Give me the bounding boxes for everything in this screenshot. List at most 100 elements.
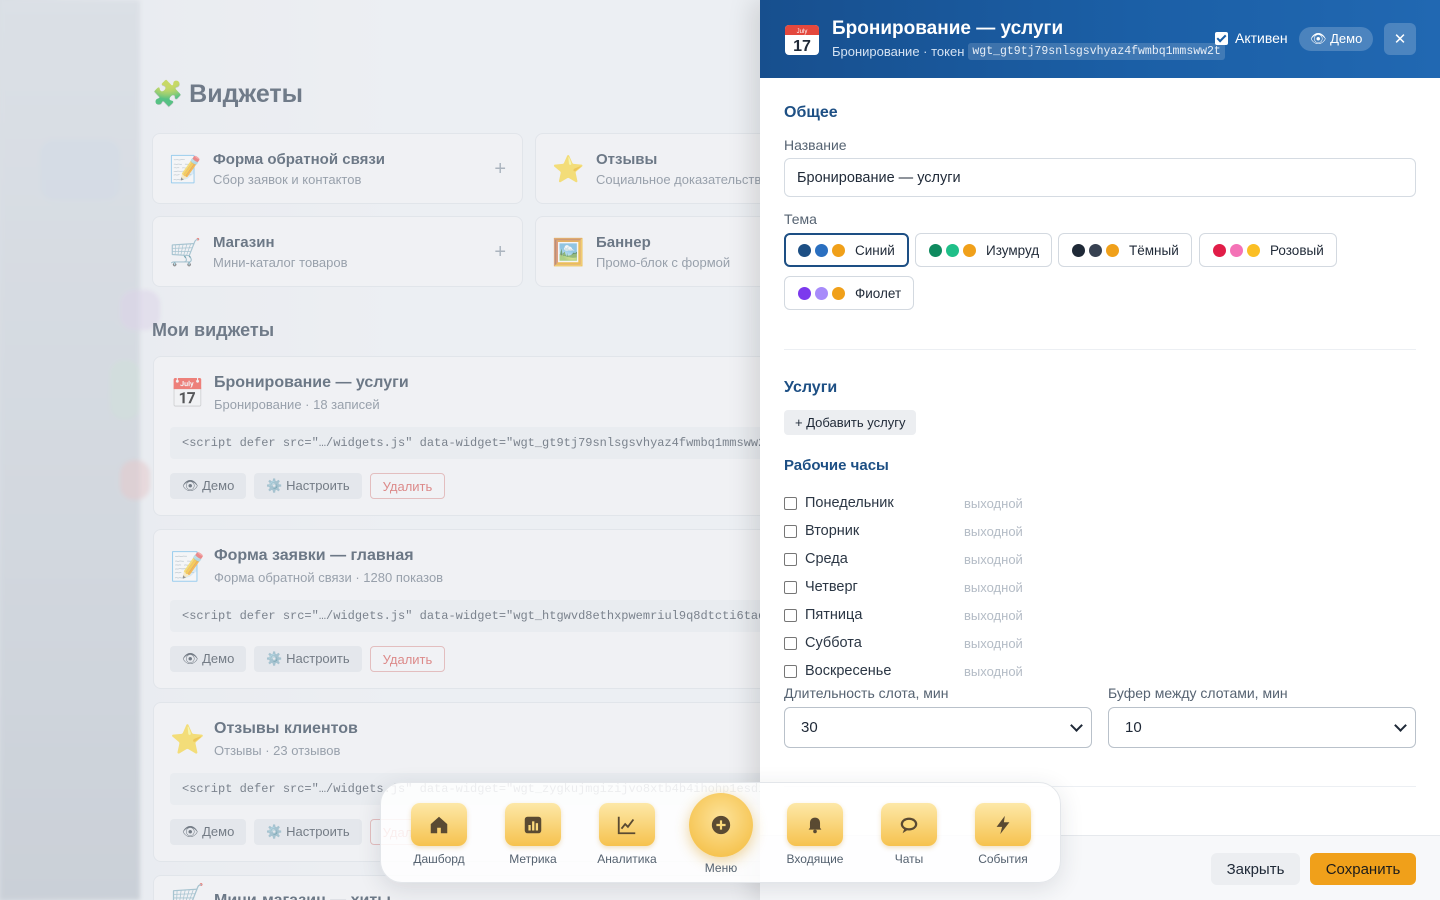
day-name: Пятница	[805, 607, 863, 623]
day-off-label: выходной	[964, 579, 1023, 595]
color-dot	[1213, 243, 1226, 257]
theme-name: Изумруд	[986, 242, 1040, 258]
day-checkbox[interactable]	[784, 496, 797, 510]
day-checkbox[interactable]	[784, 664, 797, 678]
day-name: Суббота	[805, 635, 862, 651]
theme-option-emerald[interactable]: Изумруд	[915, 233, 1053, 267]
svg-text:July: July	[797, 29, 808, 35]
plus-circle-icon	[689, 793, 753, 857]
dock-label: Дашборд	[413, 852, 465, 866]
drawer-header: July 17 Бронирование — услуги Бронирован…	[760, 0, 1440, 78]
day-off-label: выходной	[964, 607, 1023, 623]
day-checkbox[interactable]	[784, 608, 797, 622]
modal-backdrop[interactable]	[0, 0, 760, 900]
token-code[interactable]: wgt_gt9tj79snlsgsvhyaz4fwmbq1mmsww2t	[968, 43, 1225, 60]
theme-option-violet[interactable]: Фиолет	[784, 276, 915, 310]
color-dot	[1072, 243, 1085, 257]
bar-chart-icon	[505, 803, 561, 846]
day-row-tuesday: Вторник выходной	[784, 521, 1416, 541]
lightning-icon	[975, 803, 1031, 846]
day-row-friday: Пятница выходной	[784, 605, 1416, 625]
dock-label: Аналитика	[597, 852, 657, 866]
close-icon[interactable]: ✕	[1384, 23, 1416, 55]
name-input[interactable]	[784, 158, 1416, 197]
day-row-monday: Понедельник выходной	[784, 493, 1416, 513]
color-dot	[1230, 243, 1243, 257]
section-hours-heading: Рабочие часы	[784, 457, 889, 474]
add-service-button[interactable]: + Добавить услугу	[784, 410, 917, 435]
day-row-thursday: Четверг выходной	[784, 577, 1416, 597]
day-checkbox[interactable]	[784, 552, 797, 566]
color-dot	[963, 243, 976, 257]
name-label: Название	[784, 137, 847, 153]
dock-item-menu[interactable]: Меню	[689, 793, 753, 875]
section-services-heading: Услуги	[784, 379, 838, 396]
active-label: Активен	[1235, 30, 1288, 46]
color-dot	[815, 286, 828, 300]
slot-label: Длительность слота, мин	[784, 685, 949, 701]
drawer-title: Бронирование — услуги	[832, 18, 1064, 39]
day-name: Понедельник	[805, 495, 894, 511]
day-name: Воскресенье	[805, 663, 892, 679]
day-row-wednesday: Среда выходной	[784, 549, 1416, 569]
theme-option-dark[interactable]: Тёмный	[1058, 233, 1192, 267]
buffer-label: Буфер между слотами, мин	[1108, 685, 1288, 701]
day-checkbox[interactable]	[784, 636, 797, 650]
color-dot	[798, 243, 811, 257]
day-name: Среда	[805, 551, 848, 567]
slot-duration-select[interactable]: 30	[784, 707, 1092, 748]
dock-item-metrics[interactable]: Метрика	[498, 803, 568, 866]
theme-label: Тема	[784, 211, 817, 227]
dock-label: События	[978, 852, 1028, 866]
day-checkbox[interactable]	[784, 580, 797, 594]
day-off-label: выходной	[964, 523, 1023, 539]
widget-settings-drawer: July 17 Бронирование — услуги Бронирован…	[760, 0, 1440, 900]
dock-item-analytics[interactable]: Аналитика	[592, 803, 662, 866]
theme-option-blue[interactable]: Синий	[784, 233, 909, 267]
day-checkbox[interactable]	[784, 524, 797, 538]
color-dot	[832, 286, 845, 300]
select-value: 10	[1125, 719, 1142, 736]
theme-option-pink[interactable]: Розовый	[1199, 233, 1337, 267]
color-dot	[798, 286, 811, 300]
active-checkbox[interactable]	[1215, 31, 1228, 45]
divider	[784, 349, 1416, 350]
subtitle-text: Бронирование · токен	[832, 44, 965, 59]
day-off-label: выходной	[964, 495, 1023, 511]
theme-name: Тёмный	[1129, 242, 1179, 258]
color-dot	[832, 243, 845, 257]
calendar-icon: July 17	[785, 25, 819, 55]
theme-name: Синий	[855, 242, 895, 258]
day-off-label: выходной	[964, 663, 1023, 679]
bottom-dock: Дашборд Метрика Аналитика Меню Входящие …	[380, 782, 1061, 883]
dock-label: Входящие	[786, 852, 844, 866]
save-button[interactable]: Сохранить	[1310, 853, 1416, 885]
dock-item-dashboard[interactable]: Дашборд	[404, 803, 474, 866]
close-button[interactable]: Закрыть	[1211, 853, 1300, 885]
select-value: 30	[801, 719, 818, 736]
color-dot	[815, 243, 828, 257]
dock-label: Чаты	[894, 852, 924, 866]
buffer-select[interactable]: 10	[1108, 707, 1416, 748]
color-dot	[1089, 243, 1102, 257]
dock-item-events[interactable]: События	[968, 803, 1038, 866]
dock-label: Метрика	[509, 852, 557, 866]
dock-item-chats[interactable]: Чаты	[874, 803, 944, 866]
chevron-down-icon	[1070, 718, 1083, 732]
demo-button[interactable]: 👁 Демо	[1299, 27, 1374, 51]
line-chart-icon	[599, 803, 655, 846]
active-toggle[interactable]: Активен	[1215, 30, 1288, 46]
dock-item-inbox[interactable]: Входящие	[780, 803, 850, 866]
day-row-sunday: Воскресенье выходной	[784, 661, 1416, 681]
day-off-label: выходной	[964, 635, 1023, 651]
svg-text:17: 17	[793, 38, 811, 55]
color-dot	[1106, 243, 1119, 257]
color-dot	[929, 243, 942, 257]
color-dot	[946, 243, 959, 257]
drawer-subtitle: Бронирование · токен wgt_gt9tj79snlsgsvh…	[832, 43, 1225, 60]
dock-label: Меню	[704, 861, 738, 875]
section-general-heading: Общее	[784, 104, 838, 121]
chat-icon	[881, 803, 937, 846]
home-icon	[411, 803, 467, 846]
day-row-saturday: Суббота выходной	[784, 633, 1416, 653]
